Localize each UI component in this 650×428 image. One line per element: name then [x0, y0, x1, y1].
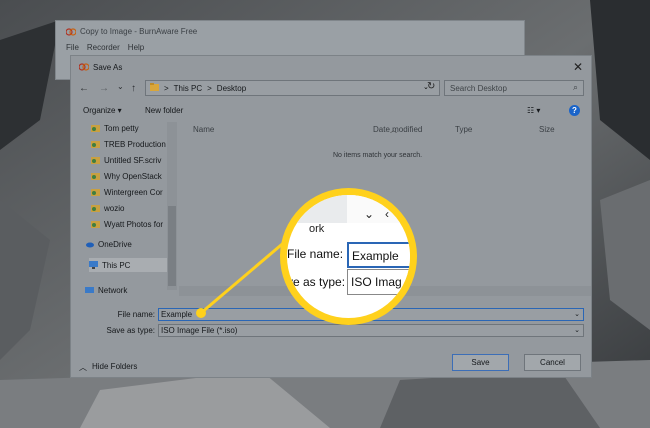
column-name[interactable]: Name — [193, 125, 214, 134]
nav-item-label: This PC — [102, 260, 131, 270]
cloud-icon — [85, 240, 94, 248]
column-headers: Name ︿ Date modified Type Size — [185, 122, 585, 136]
breadcrumb-separator: > — [207, 83, 212, 93]
search-icon: ⌕ — [572, 82, 578, 92]
close-icon[interactable]: ✕ — [573, 60, 583, 74]
nav-item-treb-production[interactable]: TREB Production — [91, 138, 166, 150]
nav-item-label: Wyatt Photos for — [104, 219, 164, 229]
cancel-button[interactable]: Cancel — [524, 354, 581, 371]
address-row: ← → ⌄ ↑ > This PC > Desktop ⌄ ↻ Search D… — [71, 78, 591, 100]
chevron-left-icon: ‹ — [385, 207, 389, 221]
magnifier-lens: ⌄ ‹ ork File name: Example ve as type: I… — [287, 195, 410, 318]
magnified-save-type-select: ISO Imag — [347, 269, 410, 295]
nav-item-network[interactable]: Network — [85, 284, 127, 296]
magnified-file-name-value: Example — [352, 249, 399, 263]
up-arrow-icon[interactable]: ↑ — [131, 83, 136, 94]
toolbar: Organize ▾ New folder ☷ ▾ ? — [71, 102, 591, 120]
column-size[interactable]: Size — [539, 125, 555, 134]
burnaware-logo-icon — [78, 63, 90, 71]
background-window-title-text: Copy to Image - BurnAware Free — [80, 27, 198, 36]
nav-item-label: Wintergreen Cor — [104, 187, 163, 197]
save-as-type-value: ISO Image File (*.iso) — [161, 326, 238, 335]
folder-icon — [91, 156, 100, 164]
network-icon — [85, 286, 94, 294]
nav-item-label: Untitled SF.scriv — [104, 155, 162, 165]
breadcrumb-separator: > — [164, 83, 169, 93]
save-as-type-select[interactable]: ISO Image File (*.iso) ⌄ — [158, 324, 584, 337]
menu-help[interactable]: Help — [128, 43, 144, 52]
background-window-title: Copy to Image - BurnAware Free — [65, 27, 198, 36]
magnified-file-name-label: File name: — [287, 247, 344, 261]
forward-arrow-icon[interactable]: → — [99, 83, 109, 94]
nav-item-tom-petty[interactable]: Tom petty — [91, 122, 139, 134]
empty-message: No items match your search. — [333, 152, 423, 159]
nav-item-this-pc[interactable]: This PC — [89, 258, 177, 272]
folder-icon — [91, 140, 100, 148]
nav-pane-scroll-thumb[interactable] — [168, 206, 176, 286]
hide-folders-label: Hide Folders — [92, 362, 138, 371]
column-type[interactable]: Type — [455, 125, 472, 134]
menu-recorder[interactable]: Recorder — [87, 43, 120, 52]
folder-icon — [91, 220, 100, 228]
file-name-label: File name: — [117, 310, 155, 319]
magnified-file-name-input: Example — [347, 242, 410, 268]
nav-item-label: TREB Production — [104, 139, 166, 149]
menu-file[interactable]: File — [66, 43, 79, 52]
refresh-icon[interactable]: ↻ — [427, 81, 435, 92]
nav-item-wyatt-photos[interactable]: Wyatt Photos for — [91, 218, 163, 230]
save-button[interactable]: Save — [452, 354, 509, 371]
nav-item-label: Tom petty — [104, 123, 139, 133]
search-input[interactable]: Search Desktop ⌕ — [444, 80, 584, 96]
back-arrow-icon[interactable]: ← — [79, 83, 89, 94]
view-options-icon[interactable]: ☷ ▾ — [527, 106, 549, 118]
nav-item-label: wozio — [104, 203, 125, 213]
nav-item-wozio[interactable]: wozio — [91, 202, 124, 214]
chevron-down-icon[interactable]: ⌄ — [574, 309, 580, 320]
new-folder-button[interactable]: New folder — [145, 106, 183, 115]
folder-icon — [91, 188, 100, 196]
chevron-down-icon[interactable]: ⌄ — [574, 325, 580, 336]
dialog-title: Save As — [93, 62, 123, 72]
folder-icon — [91, 204, 100, 212]
file-name-value: Example — [161, 310, 193, 319]
magnified-header-highlight — [347, 195, 410, 223]
navigation-pane: Tom petty TREB Production Untitled SF.sc… — [79, 120, 179, 296]
folder-icon — [91, 124, 100, 132]
save-as-type-label: Save as type: — [106, 326, 155, 335]
column-date-modified[interactable]: Date modified — [373, 125, 422, 134]
chevron-up-icon: ︿ — [79, 363, 87, 372]
search-placeholder: Search Desktop — [450, 83, 507, 93]
hide-folders-button[interactable]: ︿ Hide Folders — [79, 362, 137, 373]
nav-item-wintergreen[interactable]: Wintergreen Cor — [91, 186, 163, 198]
chevron-down-icon: ⌄ — [364, 207, 375, 221]
computer-icon — [89, 261, 98, 269]
magnified-save-type-label: ve as type: — [287, 275, 346, 289]
nav-item-label: Network — [98, 285, 128, 295]
magnified-fragment: ork — [309, 223, 325, 235]
help-icon[interactable]: ? — [569, 105, 580, 116]
background-menu-bar: File Recorder Help — [66, 43, 144, 52]
nav-item-label: OneDrive — [98, 239, 132, 249]
recent-dropdown-icon[interactable]: ⌄ — [117, 82, 124, 91]
breadcrumb-this-pc[interactable]: This PC — [174, 84, 202, 93]
organize-button[interactable]: Organize ▾ — [83, 106, 122, 115]
folder-icon — [91, 172, 100, 180]
dialog-titlebar: Save As ✕ — [71, 56, 591, 78]
nav-item-onedrive[interactable]: OneDrive — [85, 238, 132, 250]
folder-icon — [150, 83, 159, 93]
nav-item-label: Why OpenStack — [104, 171, 162, 181]
nav-item-untitled-sf[interactable]: Untitled SF.scriv — [91, 154, 161, 166]
nav-item-why-openstack[interactable]: Why OpenStack — [91, 170, 162, 182]
address-bar[interactable]: > This PC > Desktop — [145, 80, 440, 96]
burnaware-logo-icon — [65, 27, 77, 36]
magnified-save-type-value: ISO Imag — [351, 275, 402, 289]
breadcrumb-desktop[interactable]: Desktop — [217, 84, 246, 93]
